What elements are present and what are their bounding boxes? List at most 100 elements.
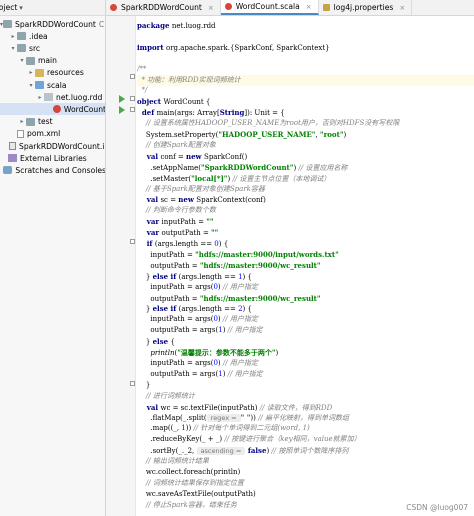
code-line[interactable]: .sortBy(_._2, ascending = false) // 按照单词… [137,445,348,456]
code-line[interactable]: outputPath = "hdfs://master:9000/wc_resu… [137,293,321,304]
code-line[interactable]: inputPath = args(0) // 用户指定 [137,314,257,325]
tree-item[interactable]: Scratches and Consoles [0,164,105,176]
code-line[interactable]: .flatMap(_.split( regex = " ")) // 扁平化映射… [137,412,349,423]
code-line[interactable]: // 基于Spark配置对象创建Spark容器 [137,184,265,195]
code-token: } [137,305,153,314]
chevron-down-icon[interactable]: ▾ [19,4,23,12]
code-line[interactable]: outputPath = args(1) // 用户指定 [137,325,263,336]
code-line[interactable]: */ [137,85,147,96]
chevron-right-icon[interactable]: ▸ [18,118,26,125]
code-line[interactable]: object WordCount { [137,96,210,107]
code-line[interactable]: var inputPath = "" [137,216,214,227]
tree-item[interactable]: pom.xml [0,128,105,140]
tree-item[interactable]: ▾SparkRDDWordCountC:\Us [0,18,105,30]
close-icon[interactable]: × [306,3,312,11]
tree-item[interactable]: ▸ resources [0,67,105,79]
fold-icon[interactable] [130,239,135,244]
project-panel-header[interactable]: roject ▾ [0,0,105,16]
run-icon[interactable] [119,106,125,114]
editor-tab[interactable]: log4j.properties × [319,0,413,15]
code-line[interactable]: package net.luog.rdd [137,20,216,31]
code-line[interactable]: } else if (args.length == 1) { [137,271,252,282]
code-line[interactable]: .map((_, 1)) // 针对每个单词得到二元组(word, 1) [137,423,309,434]
code-line[interactable]: wc.collect.foreach(println) [137,467,240,478]
code-token: "hdfs://master:9000/wc_result" [199,260,321,270]
editor-tab[interactable]: SparkRDDWordCount × [106,0,221,15]
fold-icon[interactable] [130,96,135,101]
tree-item[interactable]: ▸ test [0,116,105,128]
close-icon[interactable]: × [208,4,214,12]
code-line[interactable]: wc.saveAsTextFile(outputPath) [137,489,256,500]
chevron-right-icon[interactable]: ▸ [36,94,44,101]
code-line[interactable]: outputPath = args(1) // 用户指定 [137,369,262,380]
code-line[interactable]: } else if (args.length == 2) { [137,303,252,314]
folder-icon [26,56,35,65]
code-token: net.luog.rdd [171,22,216,30]
chevron-down-icon[interactable]: ▾ [27,82,35,89]
code-line[interactable]: outputPath = "hdfs://master:9000/wc_resu… [137,260,321,271]
folder-blue-icon [35,81,44,89]
code-token: outputPath = [161,229,212,238]
code-line[interactable]: val conf = new SparkConf() [137,151,247,162]
code-token: System.setProperty( [137,131,219,139]
code-line[interactable]: val sc = new SparkContext(conf) [137,194,266,205]
code-token: else [152,337,171,347]
code-line[interactable]: // 创建Spark配置对象 [137,140,216,151]
tree-item[interactable]: ▸ .idea [0,30,105,42]
code-line[interactable]: .reduceByKey(_ + _) // 按键进行聚合（key相同，valu… [137,434,360,445]
code-line[interactable]: // 设置系统属性HADOOP_USER_NAME为root用户，否则对HDFS… [137,118,399,129]
close-icon[interactable]: × [399,4,405,12]
code-line[interactable]: // 停止Spark容器，结束任务 [137,500,237,511]
chevron-down-icon[interactable]: ▾ [9,45,17,52]
code-line[interactable]: def main(args: Array[String]): Unit = { [137,107,285,118]
tab-label: SparkRDDWordCount [121,3,202,12]
code-editor[interactable]: package net.luog.rdd import org.apache.sp… [137,16,474,516]
code-line[interactable]: * 功能：利用RDD实现词频统计 [137,75,241,86]
fold-icon[interactable] [130,107,135,112]
code-token: main(args: Array[ [156,109,220,118]
code-line[interactable]: /** [137,64,146,75]
tree-item[interactable]: ▾ main [0,55,105,67]
chevron-down-icon[interactable]: ▾ [18,57,26,64]
code-token: // 用户指定 [227,326,263,335]
code-line[interactable]: } [137,380,150,391]
code-line[interactable]: inputPath = "hdfs://master:9000/input/wo… [137,249,338,260]
code-line[interactable]: println("温馨提示：参数不能多于两个") [137,347,278,358]
code-line[interactable]: import org.apache.spark.{SparkConf, Spar… [137,42,330,53]
code-line[interactable]: inputPath = args(0) // 用户指定 [137,358,257,369]
code-line[interactable]: // 词频统计结果保存到指定位置 [137,478,244,489]
code-line[interactable]: .setAppName("SparkRDDWordCount") // 设置应用… [137,162,347,173]
fold-icon[interactable] [130,74,135,79]
fold-icon[interactable] [130,381,135,386]
code-line[interactable]: // 判断命令行参数个数 [137,205,216,216]
code-line[interactable]: val wc = sc.textFile(inputPath) // 读取文件，… [137,402,332,413]
editor-tab[interactable]: WordCount.scala × [220,0,319,15]
chevron-right-icon[interactable]: ▸ [27,69,35,76]
code-token: "hdfs://master:9000/wc_result" [199,293,321,303]
tab-label: WordCount.scala [235,2,300,11]
code-line[interactable]: .setMaster("local[*]") // 设置主节点位置（本地调试） [137,173,330,184]
run-icon[interactable] [119,95,125,103]
code-line[interactable]: var outputPath = "" [137,227,219,238]
tree-item-label: External Libraries [20,153,87,163]
code-line[interactable]: System.setProperty("HADOOP_USER_NAME", "… [137,129,346,140]
code-token: import [137,42,166,52]
tree-item-label: pom.xml [27,129,61,139]
code-line[interactable]: // 输出词频统计结果 [137,456,209,467]
folder-icon [17,32,26,41]
chevron-right-icon[interactable]: ▸ [9,33,17,40]
code-line[interactable]: // 进行词频统计 [137,391,195,402]
tree-item[interactable]: WordCount [0,103,105,116]
code-line[interactable]: if (args.length == 0) { [137,238,228,249]
tree-item[interactable]: ▾ scala [0,79,105,91]
tree-item[interactable]: ▾ src [0,42,105,54]
tree-item[interactable]: External Libraries [0,152,105,164]
code-token: * 功能：利用RDD实现词频统计 [137,75,241,84]
tree-item[interactable]: ▸ net.luog.rdd [0,91,105,103]
project-panel: roject ▾ ▾SparkRDDWordCountC:\Us▸.idea▾s… [0,0,106,516]
tree-item[interactable]: SparkRDDWordCount.iml [0,140,105,152]
code-line[interactable]: } else { [137,336,175,347]
code-token: .setMaster( [137,174,192,183]
code-token: .flatMap(_.split( [137,414,207,423]
code-line[interactable]: inputPath = args(0) // 用户指定 [137,282,257,293]
